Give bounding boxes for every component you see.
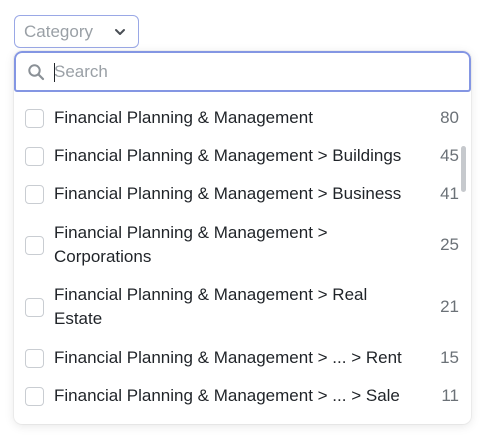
list-item[interactable]: Financial Planning & Management > Real E…	[14, 283, 471, 333]
list-item-label: Financial Planning & Management > Buildi…	[54, 146, 402, 165]
category-button-label: Category	[24, 21, 93, 41]
list-item[interactable]: Financial Planning & Management > Buildi…	[14, 144, 471, 174]
category-dropdown-button[interactable]: Category	[14, 15, 139, 48]
list-item[interactable]: Financial Planning & Management > Corpor…	[14, 221, 471, 271]
search-icon	[26, 62, 46, 82]
list-item-label: Financial Planning & Management > Corpor…	[54, 223, 328, 266]
checkbox[interactable]	[25, 147, 44, 166]
list-item-count: 21	[440, 297, 459, 316]
list-item[interactable]: Financial Planning & Management > ... > …	[14, 346, 471, 376]
list-item-count: 15	[440, 348, 459, 367]
list-item[interactable]: Financial Planning & Management > Busine…	[14, 182, 471, 212]
list-item-label: Financial Planning & Management > Busine…	[54, 184, 402, 203]
list-item-label: Financial Planning & Management > ... > …	[54, 348, 402, 367]
checkbox[interactable]	[25, 109, 44, 128]
scrollbar-thumb[interactable]	[461, 146, 466, 192]
list-item-count: 41	[440, 184, 459, 203]
checkbox[interactable]	[25, 387, 44, 406]
list-item[interactable]: Financial Planning & Management > ... > …	[14, 384, 471, 414]
search-input[interactable]	[54, 61, 434, 82]
list-item-count: 80	[440, 108, 459, 127]
list-item-label: Financial Planning & Management > ... > …	[54, 386, 400, 405]
checkbox[interactable]	[25, 185, 44, 204]
category-dropdown-panel: Financial Planning & Management 80 Finan…	[14, 51, 471, 424]
checkbox[interactable]	[25, 298, 44, 317]
checkbox[interactable]	[25, 236, 44, 255]
list-item-count: 45	[440, 146, 459, 165]
chevron-down-icon	[112, 24, 128, 40]
list-item[interactable]: Financial Planning & Management 80	[14, 106, 471, 136]
list-item-label: Financial Planning & Management > Real E…	[54, 285, 368, 328]
checkbox[interactable]	[25, 349, 44, 368]
list-item-count: 11	[441, 386, 459, 405]
category-options-list[interactable]: Financial Planning & Management 80 Finan…	[14, 92, 471, 424]
text-cursor	[54, 63, 55, 82]
list-item-count: 25	[440, 235, 459, 254]
list-item-label: Financial Planning & Management	[54, 108, 313, 127]
search-box[interactable]	[14, 51, 471, 92]
